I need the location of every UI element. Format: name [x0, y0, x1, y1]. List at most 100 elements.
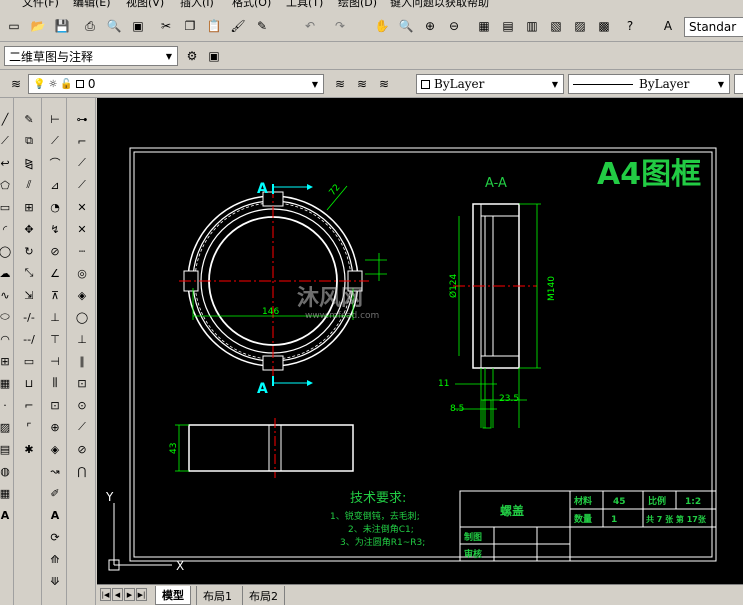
line-icon[interactable]: ╱ — [0, 110, 14, 128]
insert-block-icon[interactable]: ⊞ — [0, 352, 14, 370]
ellipse-arc-icon[interactable]: ◠ — [0, 330, 14, 348]
chevron-down-icon[interactable]: ▼ — [547, 75, 563, 93]
tab-model[interactable]: 模型 — [155, 586, 191, 605]
layer-previous-icon[interactable]: ≋ — [352, 74, 372, 94]
menu-insert[interactable]: 插入(I) — [180, 0, 214, 8]
snap-none-icon[interactable]: ⊘ — [73, 440, 91, 458]
layer-combo[interactable]: 💡 ☼ 🔓 0 ▼ — [28, 74, 324, 94]
region-icon[interactable]: ◍ — [0, 462, 14, 480]
tab-layout1[interactable]: 布局1 — [196, 586, 238, 605]
layer-state-icon[interactable]: ≋ — [374, 74, 394, 94]
calculator-icon[interactable]: ▩ — [594, 16, 614, 36]
break-icon[interactable]: ▭ — [20, 352, 38, 370]
xline-icon[interactable]: ⟋ — [0, 132, 14, 150]
snap-extension-icon[interactable]: ┄ — [73, 242, 91, 260]
open-file-icon[interactable]: 📂 — [28, 16, 48, 36]
dim-text-edit-icon[interactable]: A — [46, 506, 64, 524]
prev-tab-icon[interactable]: ◀ — [112, 588, 123, 601]
text-style-icon[interactable]: A — [658, 16, 678, 36]
spline-icon[interactable]: ∿ — [0, 286, 14, 304]
dim-jogged-icon[interactable]: ↯ — [46, 220, 64, 238]
zoom-window-icon[interactable]: ⊕ — [420, 16, 440, 36]
menu-tools[interactable]: 工具(T) — [286, 0, 323, 8]
dim-arc-icon[interactable]: ⌒ — [46, 154, 64, 172]
markup-icon[interactable]: ▨ — [570, 16, 590, 36]
cut-icon[interactable]: ✂ — [156, 16, 176, 36]
point-icon[interactable]: · — [0, 396, 14, 414]
dim-linear-icon[interactable]: ⊢ — [46, 110, 64, 128]
dim-continue-icon[interactable]: ⊤ — [46, 330, 64, 348]
snap-apparent-icon[interactable]: ✕ — [73, 220, 91, 238]
snap-parallel-icon[interactable]: ∥ — [73, 352, 91, 370]
copy-object-icon[interactable]: ⧉ — [20, 132, 38, 150]
help-icon[interactable]: ? — [620, 16, 640, 36]
undo-icon[interactable]: ↶ — [300, 16, 320, 36]
layer-manager-icon[interactable]: ≋ — [6, 74, 26, 94]
next-tab-icon[interactable]: ▶ — [124, 588, 135, 601]
new-file-icon[interactable]: ▭ — [4, 16, 24, 36]
menu-format[interactable]: 格式(O) — [232, 0, 271, 8]
snap-nearest-icon[interactable]: ⟋ — [73, 418, 91, 436]
zoom-realtime-icon[interactable]: 🔍 — [396, 16, 416, 36]
tolerance-icon[interactable]: ⊡ — [46, 396, 64, 414]
make-current-layer-icon[interactable]: ≋ — [330, 74, 350, 94]
inspection-icon[interactable]: ◈ — [46, 440, 64, 458]
explode-icon[interactable]: ✱ — [20, 440, 38, 458]
rotate-icon[interactable]: ↻ — [20, 242, 38, 260]
model-space-canvas[interactable]: A4图框 A A 146 72 A-A Ø124 M140 11 8.5 23.… — [97, 98, 743, 584]
stretch-icon[interactable]: ⇲ — [20, 286, 38, 304]
workspace-combo[interactable]: 二维草图与注释 ▼ — [4, 46, 178, 66]
linetype-combo[interactable]: ByLayer ▼ — [568, 74, 730, 94]
menu-draw[interactable]: 绘图(D) — [338, 0, 377, 8]
ellipse-icon[interactable]: ⬭ — [0, 308, 14, 326]
osnap-settings-icon[interactable]: ⋂ — [73, 462, 91, 480]
dim-update-icon[interactable]: ⟳ — [46, 528, 64, 546]
make-block-icon[interactable]: ▦ — [0, 374, 14, 392]
dim-style-icon[interactable]: ⟰ — [46, 550, 64, 568]
publish-icon[interactable]: ▣ — [128, 16, 148, 36]
block-editor-icon[interactable]: ✎ — [252, 16, 272, 36]
join-icon[interactable]: ⊔ — [20, 374, 38, 392]
arc-icon[interactable]: ◜ — [0, 220, 14, 238]
mtext-icon[interactable]: A — [0, 506, 14, 524]
snap-midpoint-icon[interactable]: ⟋ — [73, 176, 91, 194]
lineweight-combo[interactable] — [734, 74, 743, 94]
sheet-set-icon[interactable]: ▧ — [546, 16, 566, 36]
match-properties-icon[interactable]: 🖌 — [228, 16, 248, 36]
circle-icon[interactable]: ◯ — [0, 242, 14, 260]
dim-radius-icon[interactable]: ◔ — [46, 198, 64, 216]
dim-edit-icon[interactable]: ✐ — [46, 484, 64, 502]
trim-icon[interactable]: -/- — [20, 308, 38, 326]
array-icon[interactable]: ⊞ — [20, 198, 38, 216]
quick-dim-icon[interactable]: ⊼ — [46, 286, 64, 304]
fillet-icon[interactable]: ⌜ — [20, 418, 38, 436]
center-mark-icon[interactable]: ⊕ — [46, 418, 64, 436]
menu-view[interactable]: 视图(V) — [126, 0, 164, 8]
dim-jogged-linear-icon[interactable]: ↝ — [46, 462, 64, 480]
menu-file[interactable]: 文件(F) — [22, 0, 59, 8]
chamfer-icon[interactable]: ⌐ — [20, 396, 38, 414]
hatch-icon[interactable]: ▨ — [0, 418, 14, 436]
mirror-icon[interactable]: ⧎ — [20, 154, 38, 172]
tool-palettes-icon[interactable]: ▥ — [522, 16, 542, 36]
offset-icon[interactable]: ⫽ — [20, 176, 38, 194]
plot-preview-icon[interactable]: 🔍 — [104, 16, 124, 36]
workspace-save-icon[interactable]: ▣ — [204, 46, 224, 66]
snap-from-icon[interactable]: ⌐ — [73, 132, 91, 150]
gradient-icon[interactable]: ▤ — [0, 440, 14, 458]
snap-intersection-icon[interactable]: ✕ — [73, 198, 91, 216]
snap-node-icon[interactable]: ⊙ — [73, 396, 91, 414]
table-icon[interactable]: ▦ — [0, 484, 14, 502]
temp-track-icon[interactable]: ⊶ — [73, 110, 91, 128]
dim-aligned-icon[interactable]: ⟋ — [46, 132, 64, 150]
copy-icon[interactable]: ❐ — [180, 16, 200, 36]
dim-diameter-icon[interactable]: ⊘ — [46, 242, 64, 260]
workspace-settings-icon[interactable]: ⚙ — [182, 46, 202, 66]
dim-angular-icon[interactable]: ∠ — [46, 264, 64, 282]
revcloud-icon[interactable]: ☁ — [0, 264, 14, 282]
text-style-combo[interactable]: Standar — [684, 17, 743, 37]
help-search-box[interactable]: 键入问题以获取帮助 — [390, 0, 489, 8]
dim-baseline-icon[interactable]: ⊥ — [46, 308, 64, 326]
erase-icon[interactable]: ✎ — [20, 110, 38, 128]
polygon-icon[interactable]: ⬠ — [0, 176, 14, 194]
